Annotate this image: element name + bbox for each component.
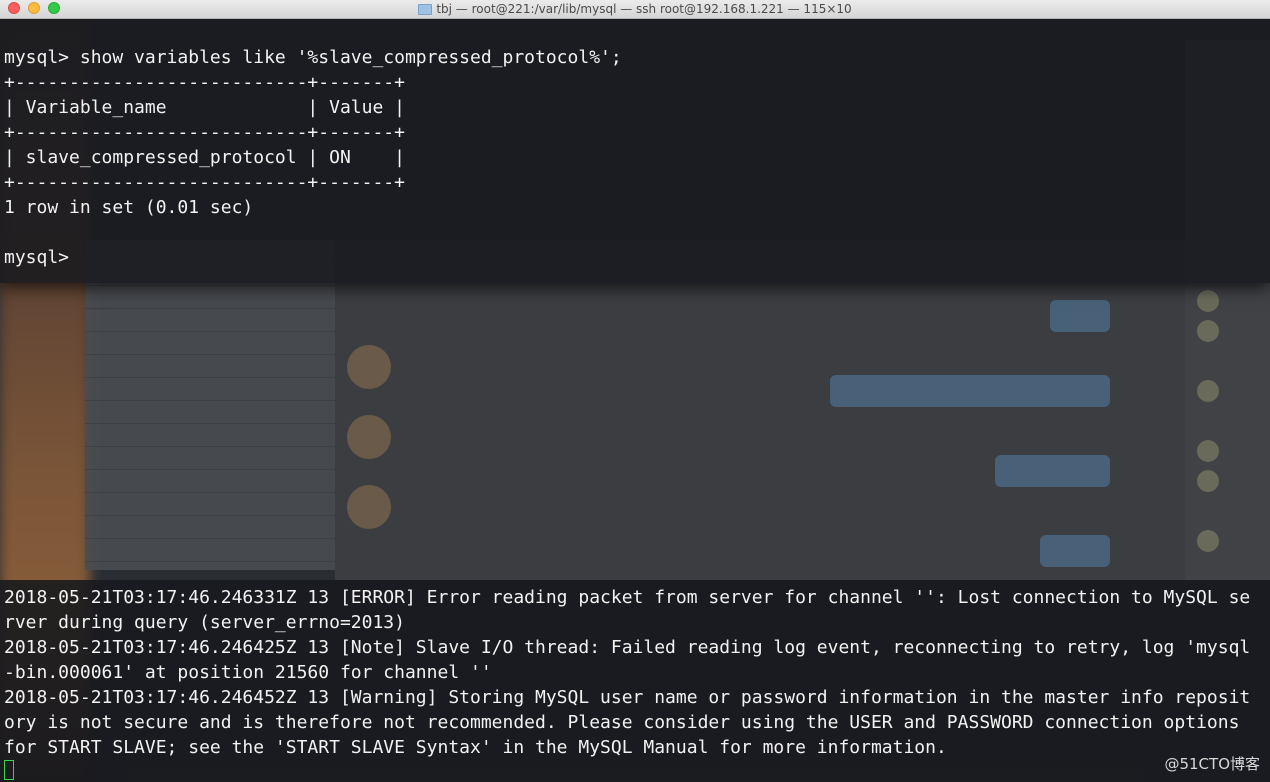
log-line: ory is not secure and is therefore not r…: [4, 712, 1240, 733]
terminal-window[interactable]: tbj — root@221:/var/lib/mysql — ssh root…: [0, 0, 1270, 283]
table-border-line: +---------------------------+-------+: [4, 122, 405, 143]
background-chat-window: [335, 240, 1185, 580]
log-output: 2018-05-21T03:17:46.246331Z 13 [ERROR] E…: [4, 585, 1250, 760]
log-line: 2018-05-21T03:17:46.246425Z 13 [Note] Sl…: [4, 637, 1251, 658]
mysql-command-line: mysql> show variables like '%slave_compr…: [4, 47, 622, 68]
log-line: -bin.000061' at position 21560 for chann…: [4, 662, 492, 683]
table-border-line: +---------------------------+-------+: [4, 172, 405, 193]
log-line: 2018-05-21T03:17:46.246331Z 13 [ERROR] E…: [4, 587, 1251, 608]
log-line: rver during query (server_errno=2013): [4, 612, 405, 633]
log-terminal[interactable]: 2018-05-21T03:17:46.246331Z 13 [ERROR] E…: [0, 580, 1270, 782]
window-title: tbj — root@221:/var/lib/mysql — ssh root…: [436, 2, 852, 16]
background-spreadsheet-window: [85, 240, 335, 570]
terminal-output[interactable]: mysql> show variables like '%slave_compr…: [4, 45, 622, 270]
mysql-prompt-line[interactable]: mysql>: [4, 245, 622, 270]
table-border-line: +---------------------------+-------+: [4, 72, 405, 93]
folder-icon: [418, 3, 433, 15]
table-row-line: | slave_compressed_protocol | ON |: [4, 147, 405, 168]
terminal-cursor[interactable]: [4, 760, 14, 780]
watermark-text: @51CTO博客: [1164, 755, 1260, 773]
table-header-line: | Variable_name | Value |: [4, 97, 405, 118]
result-summary-line: 1 row in set (0.01 sec): [4, 197, 254, 218]
window-title-wrap: tbj — root@221:/var/lib/mysql — ssh root…: [0, 0, 1270, 18]
window-titlebar[interactable]: tbj — root@221:/var/lib/mysql — ssh root…: [0, 0, 1270, 19]
log-line: for START SLAVE; see the 'START SLAVE Sy…: [4, 737, 947, 758]
log-line: 2018-05-21T03:17:46.246452Z 13 [Warning]…: [4, 687, 1251, 708]
